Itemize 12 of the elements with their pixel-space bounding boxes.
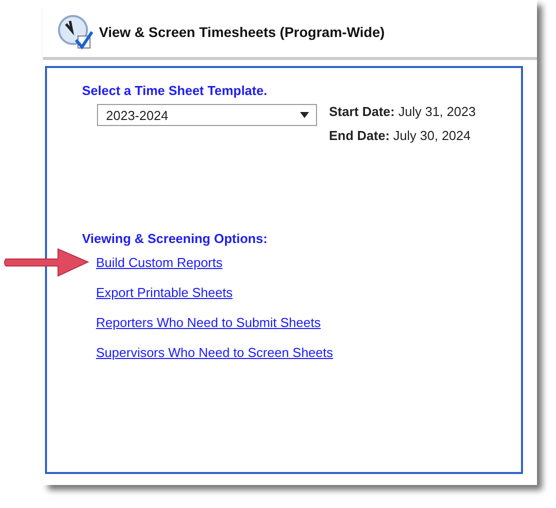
option-link[interactable]: Supervisors Who Need to Screen Sheets: [96, 345, 334, 360]
clock-check-icon: [57, 14, 93, 50]
page-title: View & Screen Timesheets (Program-Wide): [99, 24, 385, 40]
template-dropdown[interactable]: 2023-2024: [97, 104, 317, 126]
section-heading: Viewing & Screening Options:: [82, 231, 268, 246]
date-text: End Date: July 30, 2024: [329, 128, 472, 143]
caret-icon: [300, 112, 309, 118]
date-text: Start Date: July 31, 2023: [329, 104, 476, 119]
option-link[interactable]: Export Printable Sheets: [96, 285, 233, 300]
option-link[interactable]: Reporters Who Need to Submit Sheets: [96, 315, 321, 330]
section-heading: Select a Time Sheet Template.: [82, 83, 268, 98]
option-link[interactable]: Build Custom Reports: [96, 255, 222, 270]
